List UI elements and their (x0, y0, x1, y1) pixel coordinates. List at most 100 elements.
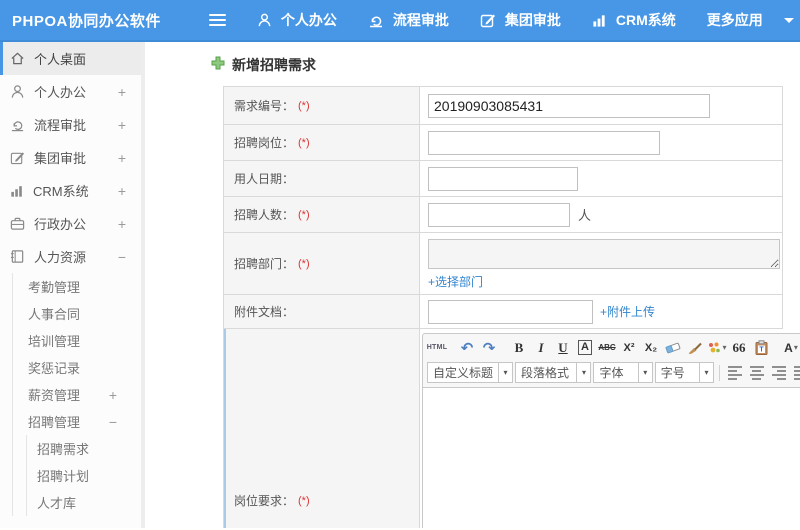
required-mark: (*) (298, 99, 310, 112)
editor-toolbar: HTML ↶ ↷ B I U A ABC X² X₂ ▾ 66 T A ▾ 自定… (422, 333, 800, 388)
department-textarea[interactable] (428, 239, 780, 269)
italic-icon[interactable]: I (531, 338, 551, 358)
select-department-link[interactable]: +选择部门 (428, 273, 483, 290)
bold-icon[interactable]: B (509, 338, 529, 358)
home-icon (10, 51, 25, 66)
form-row-job-requirements: 岗位要求： (*) HTML ↶ ↷ B I U A ABC X² X₂ ▾ 6… (224, 329, 800, 528)
format-brush-icon[interactable]: ▾ (707, 338, 727, 358)
nav-more-apps[interactable]: 更多应用 (707, 10, 794, 30)
font-family-select[interactable]: 字体 ▾ (593, 362, 653, 383)
undo-icon[interactable]: ↶ (457, 338, 477, 358)
position-input[interactable] (428, 130, 660, 155)
sidebar-item-recruit-plan[interactable]: 招聘计划 (27, 462, 141, 489)
form-row-position: 招聘岗位： (*) (224, 125, 783, 161)
plus-icon (211, 56, 225, 75)
expand-toggle[interactable]: − (118, 249, 126, 265)
caret-down-icon: ▾ (699, 363, 713, 382)
edit-icon (10, 150, 25, 165)
nav-group-approval[interactable]: 集团审批 (480, 10, 561, 30)
hamburger-menu-icon[interactable] (208, 14, 226, 26)
subscript-icon[interactable]: X₂ (641, 338, 661, 358)
paragraph-format-select[interactable]: 段落格式 ▾ (515, 362, 592, 383)
sidebar: 个人桌面 个人办公 + 流程审批 + 集团审批 + CRM系统 + 行政办公 +… (0, 42, 145, 528)
expand-toggle[interactable]: + (118, 150, 126, 166)
redo-icon[interactable]: ↷ (479, 338, 499, 358)
app-logo: PHPOA协同办公软件 (12, 12, 161, 30)
clean-brush-icon[interactable] (685, 338, 705, 358)
align-right-icon[interactable] (771, 365, 786, 380)
sidebar-item-admin-office[interactable]: 行政办公 + (0, 207, 141, 240)
eraser-icon[interactable] (663, 338, 683, 358)
rich-text-editor: HTML ↶ ↷ B I U A ABC X² X₂ ▾ 66 T A ▾ 自定… (422, 333, 800, 528)
expand-toggle[interactable]: − (109, 414, 117, 430)
sidebar-item-attendance[interactable]: 考勤管理 (13, 273, 141, 300)
sidebar-item-desktop[interactable]: 个人桌面 (0, 42, 141, 75)
sidebar-item-workflow-approval[interactable]: 流程审批 + (0, 108, 141, 141)
sidebar-item-rewards[interactable]: 奖惩记录 (13, 354, 141, 381)
expand-toggle[interactable]: + (118, 117, 126, 133)
top-navbar: PHPOA协同办公软件 个人办公 流程审批 集团审批 CRM系统 更多应用 (0, 0, 800, 42)
request-number-input[interactable] (428, 93, 710, 118)
font-size-select[interactable]: 字号 ▾ (654, 362, 715, 383)
auto-format-icon[interactable]: A (578, 340, 592, 355)
hire-date-input[interactable] (428, 166, 578, 191)
field-label: 招聘人数： (234, 208, 295, 222)
align-left-icon[interactable] (727, 365, 742, 380)
book-icon (10, 249, 25, 264)
sidebar-item-recruitment[interactable]: 招聘管理 − (13, 408, 141, 435)
sidebar-item-training[interactable]: 培训管理 (13, 327, 141, 354)
font-color-icon[interactable]: A ▾ (781, 338, 800, 358)
user-icon (10, 84, 25, 99)
style-select[interactable]: 自定义标题 ▾ (427, 362, 513, 383)
sidebar-item-hr[interactable]: 人力资源 − (0, 240, 141, 273)
caret-down-icon: ▾ (498, 363, 512, 382)
caret-down-icon: ▾ (637, 363, 652, 382)
hr-submenu: 考勤管理 人事合同 培训管理 奖惩记录 薪资管理 + 招聘管理 − 招聘需求 招… (12, 273, 141, 516)
flow-icon (368, 12, 384, 28)
sidebar-item-group-approval[interactable]: 集团审批 + (0, 141, 141, 174)
sidebar-item-personal-office[interactable]: 个人办公 + (0, 75, 141, 108)
editor-content-area[interactable] (422, 388, 800, 528)
strikethrough-icon[interactable]: ABC (597, 338, 617, 358)
edit-icon (480, 12, 496, 28)
align-center-icon[interactable] (749, 365, 764, 380)
form-row-attachment: 附件文档： +附件上传 (224, 295, 783, 329)
nav-personal-office[interactable]: 个人办公 (257, 10, 337, 30)
paste-icon[interactable]: T (751, 338, 771, 358)
field-label: 附件文档： (234, 305, 295, 319)
attachment-upload-link[interactable]: +附件上传 (600, 303, 655, 320)
flow-icon (10, 117, 25, 132)
sidebar-item-salary[interactable]: 薪资管理 + (13, 381, 141, 408)
sidebar-item-hr-contract[interactable]: 人事合同 (13, 300, 141, 327)
bar-chart-icon (10, 184, 24, 198)
caret-down-icon: ▾ (722, 343, 727, 352)
field-label: 招聘岗位： (234, 136, 295, 150)
caret-down-icon: ▾ (576, 363, 590, 382)
required-mark: (*) (298, 257, 310, 270)
bar-chart-icon (592, 13, 607, 28)
sidebar-item-talent-pool[interactable]: 人才库 (27, 489, 141, 516)
sidebar-item-crm[interactable]: CRM系统 + (0, 174, 141, 207)
expand-toggle[interactable]: + (118, 84, 126, 100)
blockquote-icon[interactable]: 66 (729, 338, 749, 358)
headcount-input[interactable] (428, 202, 570, 227)
align-justify-icon[interactable] (793, 365, 800, 380)
page-title: 新增招聘需求 (211, 55, 316, 75)
attachment-input[interactable] (428, 299, 593, 324)
html-source-icon[interactable]: HTML (427, 338, 447, 358)
nav-crm-system[interactable]: CRM系统 (592, 10, 676, 30)
superscript-icon[interactable]: X² (619, 338, 639, 358)
caret-down-icon (783, 17, 794, 23)
nav-workflow-approval[interactable]: 流程审批 (368, 10, 449, 30)
field-label: 用人日期： (234, 172, 295, 186)
form-row-hire-date: 用人日期： (224, 161, 783, 197)
main-content: 新增招聘需求 需求编号： (*) 招聘岗位： (*) (145, 42, 800, 528)
expand-toggle[interactable]: + (109, 387, 117, 403)
expand-toggle[interactable]: + (118, 216, 126, 232)
underline-icon[interactable]: U (553, 338, 573, 358)
recruitment-form: 需求编号： (*) 招聘岗位： (*) 用人日期： (223, 86, 800, 528)
form-row-request-number: 需求编号： (*) (224, 87, 783, 125)
form-row-headcount: 招聘人数： (*) 人 (224, 197, 783, 233)
expand-toggle[interactable]: + (118, 183, 126, 199)
sidebar-item-recruit-need[interactable]: 招聘需求 (27, 435, 141, 462)
